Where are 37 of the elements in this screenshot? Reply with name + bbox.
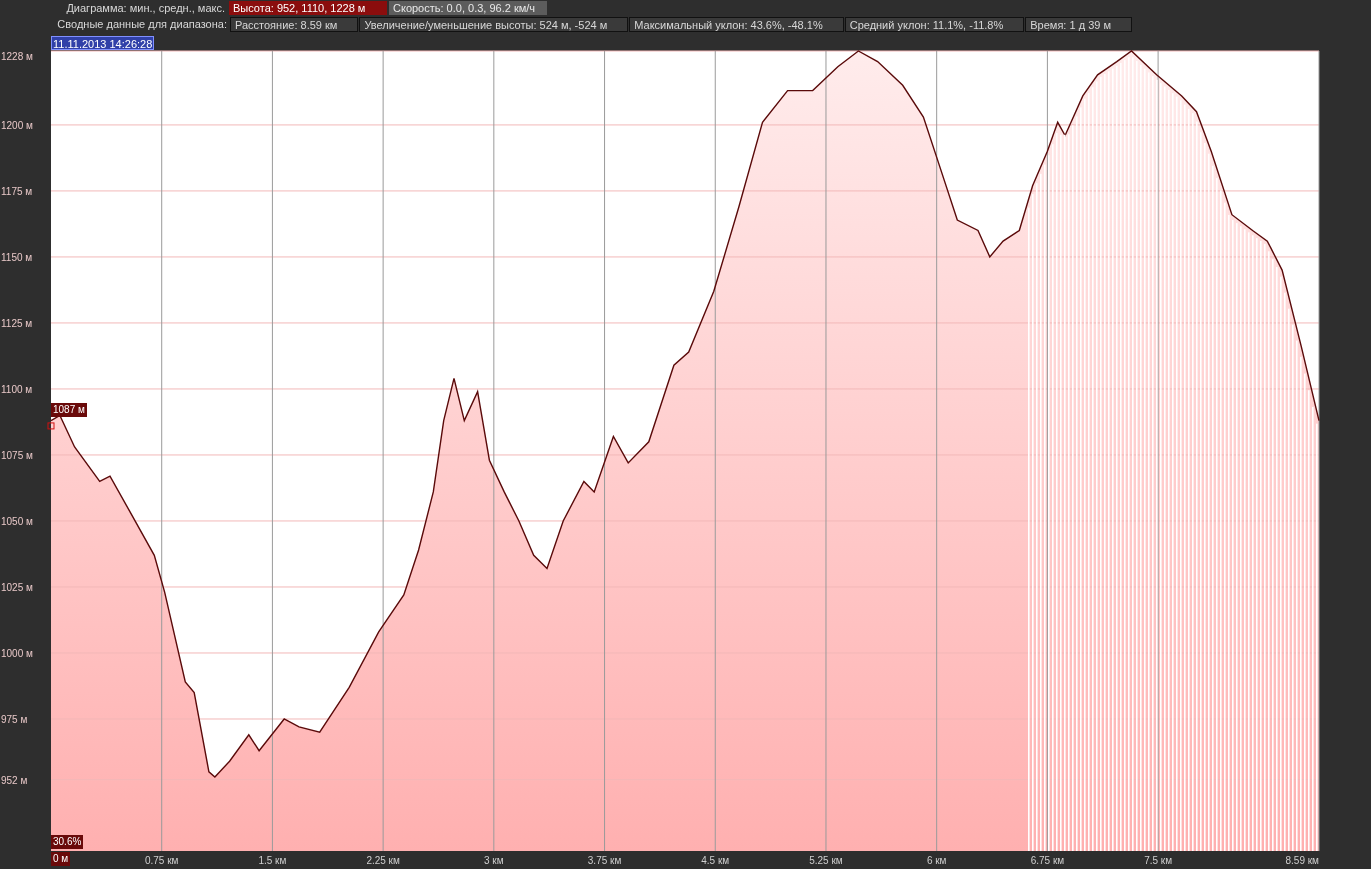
range-summary-value: Увеличение/уменьшение высоты: 524 м, -524 м [359, 16, 629, 32]
axis-tick-label: 1075 м [1, 449, 33, 461]
axis-tick-label: 8.59 км [1285, 855, 1319, 866]
range-summary-value: Средний уклон: 11.1%, -11.8% [844, 16, 1025, 32]
chart-header-label: Диаграмма: мин., средн., макс. [65, 1, 226, 15]
axis-tick-label: 2.25 км [366, 855, 400, 866]
axis-tick-label: 1175 м [1, 185, 33, 197]
range-summary-value: Расстояние: 8.59 км [230, 16, 359, 32]
series-toggle[interactable]: Высота: 952, 1110, 1228 м [229, 1, 387, 15]
range-summary-value: Время: 1 д 39 м [1025, 16, 1132, 32]
axis-tick-label: 3.75 км [587, 855, 622, 866]
series-toggle[interactable]: Скорость: 0.0, 0.3, 96.2 км/ч [389, 1, 547, 15]
axis-tick-label: 1200 м [1, 119, 33, 131]
range-summary-label: Сводные данные для диапазона: [56, 17, 228, 31]
cursor-marker-icon [47, 422, 55, 430]
range-summary-value: Максимальный уклон: 43.6%, -48.1% [629, 16, 844, 32]
axis-tick-label: 975 м [1, 714, 28, 725]
axis-tick-label: 5.25 км [809, 855, 843, 866]
axis-tick-label: 7.5 км [1144, 855, 1173, 866]
axis-tick-label: 6 км [926, 855, 947, 866]
axis-tick-label: 3 км [484, 855, 504, 866]
axis-tick-label: 952 м [1, 774, 28, 786]
axis-tick-label: 4.5 км [701, 855, 730, 866]
elevation-readout: 1087 м [51, 403, 87, 417]
axis-tick-label: 1000 м [1, 648, 33, 659]
axis-tick-label: 1.5 км [258, 855, 287, 866]
axis-tick-label: 0.75 км [144, 855, 179, 866]
axis-tick-label: 6.75 км [1030, 855, 1065, 866]
axis-tick-label: 1025 м [1, 581, 33, 593]
axis-tick-label: 1150 м [1, 251, 33, 263]
axis-tick-label: 1050 м [1, 515, 33, 527]
axis-tick-label: 1100 м [1, 383, 33, 395]
axis-tick-label: 1228 м [1, 51, 33, 62]
time-tag: 11.11.2013 14:26:28 [51, 36, 155, 50]
grade-readout: 30.6% [51, 835, 84, 849]
axis-tick-label: 1125 м [1, 317, 33, 329]
distance-readout: 0 м [51, 852, 71, 866]
